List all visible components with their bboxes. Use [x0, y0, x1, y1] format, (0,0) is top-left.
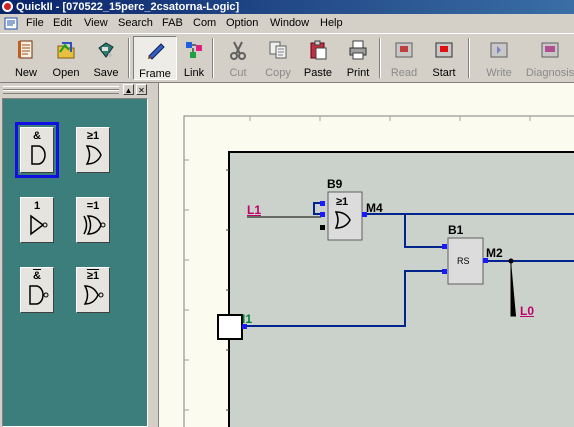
junction-dot — [508, 258, 514, 264]
block-b1-output-label: M2 — [486, 246, 503, 260]
signal-l0-label[interactable]: L0 — [520, 305, 534, 317]
input-i1-label: I1 — [242, 312, 253, 326]
pin-b1-set[interactable] — [442, 244, 447, 249]
program-area — [228, 151, 574, 427]
block-b1-symbol: RS — [457, 256, 470, 266]
logic-diagram — [183, 115, 574, 427]
pin-b9-in1[interactable] — [320, 201, 325, 206]
block-b9-symbol: ≥1 — [336, 196, 349, 208]
block-b9-label: B9 — [327, 177, 343, 191]
input-i1-box[interactable] — [217, 314, 243, 340]
pin-b9-in2[interactable] — [320, 212, 325, 217]
signal-l1-label[interactable]: L1 — [247, 204, 261, 216]
block-b1-label: B1 — [448, 223, 464, 237]
block-b9-output-label: M4 — [366, 201, 383, 215]
pin-b1-reset[interactable] — [442, 269, 447, 274]
pin-b9-in3[interactable] — [320, 225, 325, 230]
